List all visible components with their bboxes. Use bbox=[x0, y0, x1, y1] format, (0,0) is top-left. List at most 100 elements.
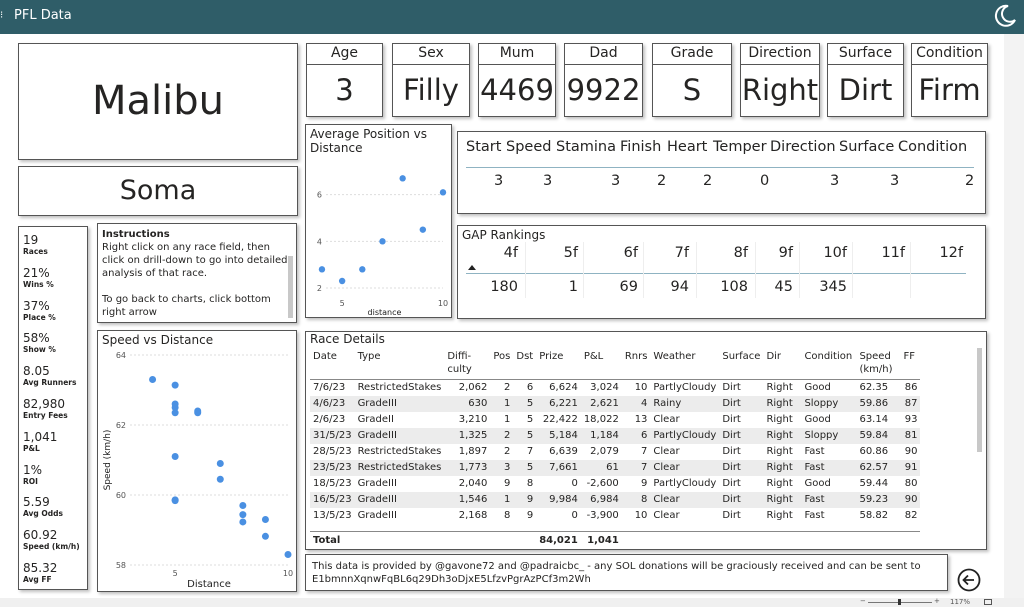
table-cell[interactable]: Right bbox=[763, 427, 802, 444]
table-cell[interactable]: Good bbox=[801, 380, 856, 396]
zoom-minus[interactable]: − bbox=[860, 597, 866, 605]
data-point[interactable] bbox=[171, 497, 179, 505]
table-cell[interactable]: 6,639 bbox=[536, 444, 581, 460]
table-cell[interactable]: 9 bbox=[513, 508, 536, 524]
table-cell[interactable]: Fast bbox=[801, 459, 857, 476]
table-row[interactable]: 31/5/23 GradeIII 1,325 2 5 5,184 1,184 6 PartlyC… bbox=[310, 427, 921, 444]
column-header[interactable]: Speed (km/h) bbox=[856, 348, 901, 380]
table-cell[interactable]: 28/5/23 bbox=[310, 444, 355, 460]
table-cell[interactable]: Clear bbox=[650, 491, 720, 508]
table-cell[interactable]: 9 bbox=[622, 476, 651, 492]
data-point[interactable] bbox=[284, 551, 292, 558]
table-cell[interactable]: Dirt bbox=[719, 380, 763, 396]
table-cell[interactable]: 6,221 bbox=[536, 395, 581, 412]
table-cell[interactable]: 7,661 bbox=[536, 459, 581, 476]
page-scrollbar[interactable] bbox=[1004, 34, 1024, 598]
data-point[interactable] bbox=[439, 189, 447, 196]
table-cell[interactable]: 2,040 bbox=[444, 476, 490, 492]
table-row[interactable]: 23/5/23 RestrictedStakes 1,773 3 5 7,661 61 7 Cl… bbox=[310, 459, 921, 476]
data-point[interactable] bbox=[171, 453, 179, 460]
table-cell[interactable]: 1,546 bbox=[444, 491, 491, 508]
table-cell[interactable]: 1,897 bbox=[444, 444, 490, 460]
table-cell[interactable]: 5 bbox=[513, 459, 537, 476]
table-cell[interactable]: Sloppy bbox=[801, 427, 857, 444]
table-cell[interactable]: Fast bbox=[801, 444, 856, 460]
table-cell[interactable]: Dirt bbox=[719, 508, 763, 524]
data-point[interactable] bbox=[318, 266, 326, 273]
zoom-plus[interactable]: + bbox=[934, 597, 940, 605]
table-cell[interactable]: 16/5/23 bbox=[310, 491, 355, 508]
table-cell[interactable]: 87 bbox=[900, 395, 921, 412]
table-cell[interactable]: PartlyCloudy bbox=[650, 380, 719, 396]
data-point[interactable] bbox=[359, 266, 366, 273]
data-point[interactable] bbox=[399, 175, 406, 182]
table-cell[interactable]: RestrictedStakes bbox=[355, 444, 445, 460]
table-cell[interactable]: 31/5/23 bbox=[310, 427, 355, 444]
table-cell[interactable]: 62.57 bbox=[856, 459, 901, 476]
data-point[interactable] bbox=[338, 277, 346, 285]
table-cell[interactable]: 2 bbox=[490, 380, 513, 396]
table-cell[interactable]: 2 bbox=[490, 444, 513, 460]
table-cell[interactable]: Fast bbox=[801, 508, 856, 524]
table-cell[interactable]: 8 bbox=[513, 476, 536, 492]
table-cell[interactable]: 9 bbox=[490, 476, 513, 492]
table-cell[interactable]: 1 bbox=[490, 491, 514, 508]
table-cell[interactable]: 13 bbox=[622, 412, 651, 428]
table-row[interactable]: 13/5/23 GradeIII 2,168 8 9 0 -3,900 10 Clear Dirt… bbox=[310, 508, 920, 524]
table-cell[interactable]: Right bbox=[763, 412, 801, 428]
table-cell[interactable]: 6,984 bbox=[580, 491, 622, 508]
table-cell[interactable]: Rainy bbox=[650, 395, 720, 412]
data-point[interactable] bbox=[171, 381, 179, 389]
table-cell[interactable]: Right bbox=[763, 508, 801, 524]
table-row[interactable]: 4/6/23 GradeIII 630 1 5 6,221 2,621 4 Rainy Dirt R… bbox=[310, 395, 921, 412]
data-point[interactable] bbox=[419, 226, 427, 233]
dark-mode-icon[interactable] bbox=[992, 3, 1018, 29]
table-row[interactable]: 7/6/23 RestrictedStakes 2,062 2 6 6,624 3,024 1… bbox=[310, 380, 920, 396]
race-table-scrollbar[interactable] bbox=[977, 348, 982, 452]
column-header[interactable]: Pos bbox=[490, 348, 514, 380]
table-row[interactable]: 16/5/23 GradeIII 1,546 1 9 9,984 6,984 8 Clear Di… bbox=[310, 491, 921, 508]
table-cell[interactable]: RestrictedStakes bbox=[355, 380, 445, 396]
table-cell[interactable]: 90 bbox=[900, 444, 920, 460]
table-cell[interactable]: Good bbox=[801, 476, 856, 492]
column-header[interactable]: Date bbox=[310, 348, 355, 380]
table-cell[interactable]: 58.82 bbox=[856, 508, 900, 524]
table-cell[interactable]: 59.86 bbox=[856, 395, 901, 412]
table-cell[interactable]: Clear bbox=[650, 444, 719, 460]
table-cell[interactable]: 8 bbox=[621, 491, 651, 508]
table-cell[interactable]: 59.84 bbox=[856, 427, 901, 444]
table-cell[interactable]: Dirt bbox=[719, 395, 764, 412]
table-cell[interactable]: 4/6/23 bbox=[310, 395, 355, 412]
table-cell[interactable]: GradeIII bbox=[354, 395, 445, 412]
data-point[interactable] bbox=[261, 516, 269, 523]
table-cell[interactable]: 59.23 bbox=[856, 491, 901, 508]
table-cell[interactable]: GradeIII bbox=[354, 427, 445, 444]
table-cell[interactable]: RestrictedStakes bbox=[354, 459, 445, 476]
table-cell[interactable]: 1,325 bbox=[444, 427, 491, 444]
data-point[interactable] bbox=[239, 502, 247, 509]
table-row[interactable]: 28/5/23 RestrictedStakes 1,897 2 7 6,639 2,079… bbox=[310, 444, 920, 460]
table-cell[interactable]: Dirt bbox=[719, 476, 763, 492]
data-point[interactable] bbox=[239, 518, 247, 526]
table-cell[interactable]: 2 bbox=[490, 427, 514, 444]
table-cell[interactable]: 630 bbox=[444, 395, 491, 412]
table-cell[interactable]: 7 bbox=[513, 444, 536, 460]
table-cell[interactable]: 5 bbox=[513, 427, 537, 444]
table-cell[interactable]: 8 bbox=[490, 508, 513, 524]
table-cell[interactable]: GradeIII bbox=[354, 491, 445, 508]
table-cell[interactable]: 2,168 bbox=[444, 508, 490, 524]
table-cell[interactable]: Dirt bbox=[719, 412, 763, 428]
table-cell[interactable]: 9,984 bbox=[536, 491, 581, 508]
table-cell[interactable]: Dirt bbox=[719, 444, 763, 460]
table-cell[interactable]: 6 bbox=[513, 380, 536, 396]
table-cell[interactable]: Good bbox=[801, 412, 856, 428]
table-cell[interactable]: 2/6/23 bbox=[310, 412, 355, 428]
table-cell[interactable]: 63.14 bbox=[856, 412, 900, 428]
table-cell[interactable]: Right bbox=[763, 476, 801, 492]
table-cell[interactable]: Sloppy bbox=[801, 395, 857, 412]
table-row[interactable]: 18/5/23 GradeIII 2,040 9 8 0 -2,600 9 PartlyClou… bbox=[310, 476, 920, 492]
table-cell[interactable]: 5 bbox=[513, 395, 537, 412]
back-arrow-icon[interactable] bbox=[957, 568, 981, 592]
zoom-slider-thumb[interactable] bbox=[898, 599, 901, 605]
table-cell[interactable]: Dirt bbox=[719, 427, 764, 444]
